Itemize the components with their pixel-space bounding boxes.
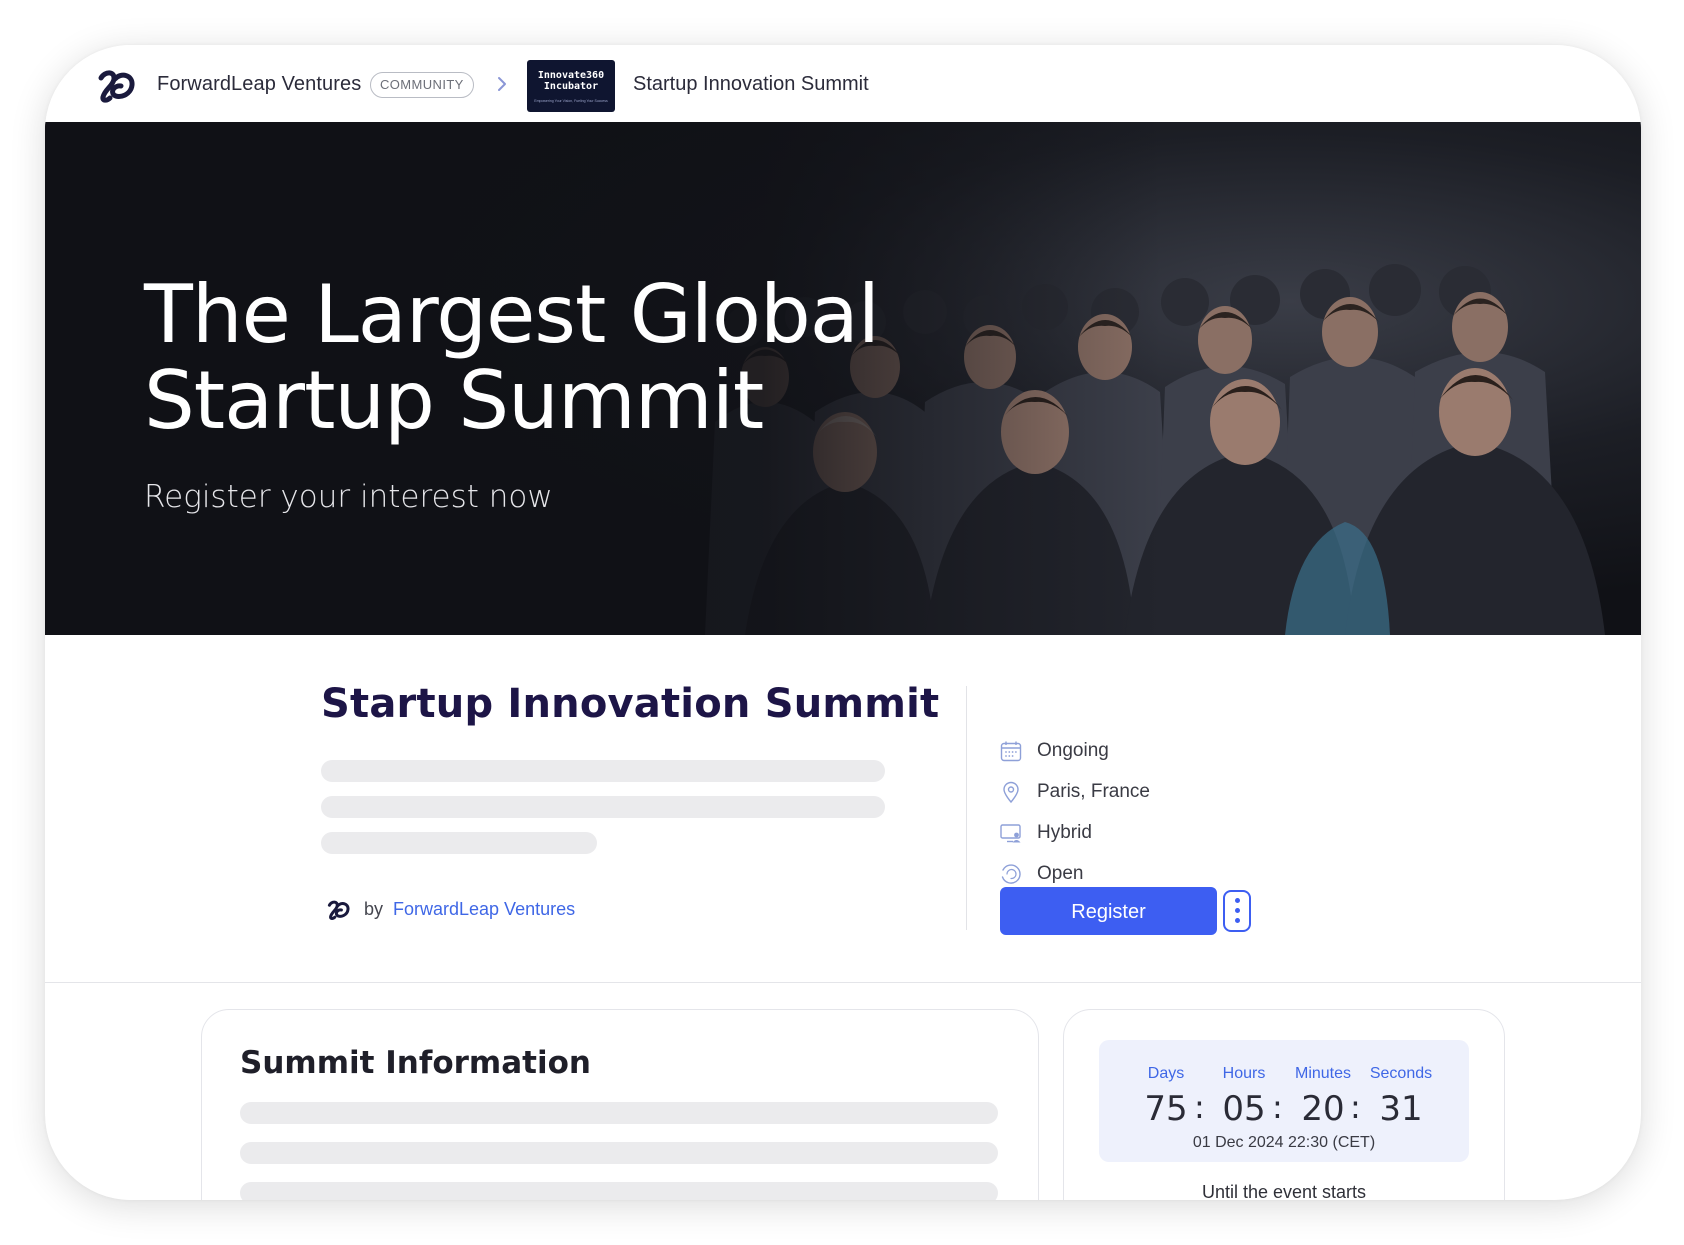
countdown-days-value: 75 xyxy=(1144,1089,1188,1129)
info-placeholder-line xyxy=(240,1102,998,1124)
hero-subtitle: Register your interest now xyxy=(144,479,553,515)
meta-format-text: Hybrid xyxy=(1037,822,1092,843)
brand-name-link[interactable]: ForwardLeap Ventures xyxy=(157,73,361,96)
open-circle-icon xyxy=(1001,864,1021,884)
register-button[interactable]: Register xyxy=(1000,887,1217,935)
countdown-event-date: 01 Dec 2024 22:30 (CET) xyxy=(1192,1134,1376,1151)
calendar-icon xyxy=(1000,741,1022,762)
meta-access-text: Open xyxy=(1037,863,1084,884)
countdown-label-minutes: Minutes xyxy=(1294,1065,1352,1082)
event-title: Startup Innovation Summit xyxy=(321,681,940,727)
countdown-label-hours: Hours xyxy=(1222,1065,1266,1082)
description-placeholder-line xyxy=(321,832,597,854)
hero-banner: The Largest Global Startup Summit Regist… xyxy=(45,122,1641,635)
community-badge: COMMUNITY xyxy=(370,72,474,98)
org-thumbnail-tagline: Empowering Your Vision, Fueling Your Suc… xyxy=(534,99,608,103)
location-pin-icon xyxy=(1003,781,1019,804)
description-placeholder-line xyxy=(321,796,885,818)
vertical-divider xyxy=(966,686,967,930)
breadcrumb-current-page: Startup Innovation Summit xyxy=(633,73,869,95)
countdown-hours-value: 05 xyxy=(1222,1089,1266,1129)
info-placeholder-line xyxy=(240,1182,998,1200)
hybrid-monitor-icon xyxy=(1000,824,1021,843)
countdown-separator: : xyxy=(1350,1088,1361,1126)
forwardleap-logo-icon[interactable] xyxy=(97,69,137,103)
countdown-label-days: Days xyxy=(1147,1065,1185,1082)
meta-status-text: Ongoing xyxy=(1037,740,1109,761)
org-thumbnail-line1: Innovate360 xyxy=(537,70,605,81)
more-options-button[interactable] xyxy=(1223,890,1251,932)
description-placeholder-line xyxy=(321,760,885,782)
meta-location-text: Paris, France xyxy=(1037,781,1150,802)
hero-title: The Largest Global Startup Summit xyxy=(144,268,880,447)
forwardleap-logo-icon xyxy=(327,900,350,920)
countdown-caption: Until the event starts xyxy=(1201,1182,1367,1200)
top-navigation-bar: ForwardLeap Ventures COMMUNITY Innovate3… xyxy=(45,45,1641,122)
org-thumbnail-line2: Incubator xyxy=(543,81,599,92)
organizer-link[interactable]: ForwardLeap Ventures xyxy=(393,899,575,920)
countdown-label-seconds: Seconds xyxy=(1369,1065,1433,1082)
countdown-separator: : xyxy=(1194,1088,1205,1126)
app-window: ForwardLeap Ventures COMMUNITY Innovate3… xyxy=(45,45,1641,1200)
section-divider xyxy=(45,982,1641,983)
more-dot xyxy=(1235,918,1240,923)
countdown-separator: : xyxy=(1272,1088,1283,1126)
more-dot xyxy=(1235,898,1240,903)
chevron-right-icon xyxy=(498,77,506,91)
info-placeholder-line xyxy=(240,1142,998,1164)
summit-information-heading: Summit Information xyxy=(240,1045,591,1081)
countdown-seconds-value: 31 xyxy=(1379,1089,1423,1129)
organization-thumbnail[interactable]: Innovate360 Incubator Empowering Your Vi… xyxy=(527,60,615,112)
countdown-minutes-value: 20 xyxy=(1301,1089,1345,1129)
by-label: by xyxy=(364,899,384,919)
more-dot xyxy=(1235,908,1240,913)
